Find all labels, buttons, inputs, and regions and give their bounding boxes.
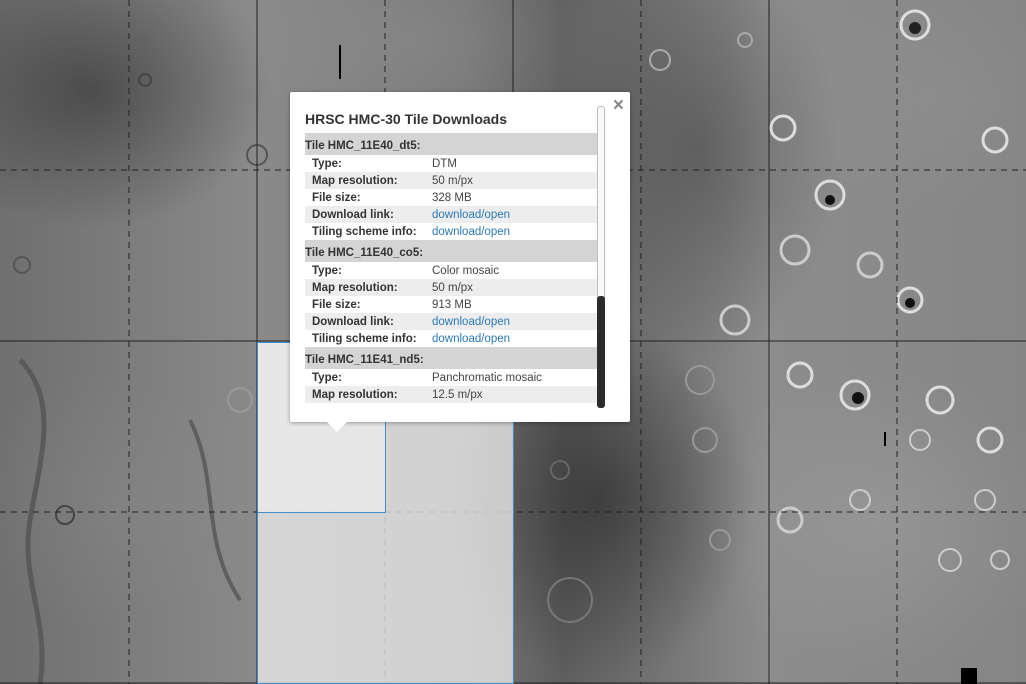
row-value: Color mosaic (432, 264, 500, 277)
download-open-link[interactable]: download/open (432, 333, 510, 345)
tile-info-row: Tiling scheme info: download/open (305, 330, 597, 347)
row-value: 328 MB (432, 191, 472, 204)
row-value-cell: download/open (432, 206, 597, 223)
tile-list[interactable]: Tile HMC_11E40_dt5: Type: DTM Map resolutio… (305, 133, 597, 406)
popup-tip (327, 422, 347, 432)
download-open-link[interactable]: download/open (432, 316, 510, 328)
tile-info-row: Download link: download/open (305, 313, 597, 330)
tile-info-row: Type: Color mosaic (305, 262, 597, 279)
map-marker-block (961, 668, 977, 684)
tile-info-row: File size: 913 MB (305, 296, 597, 313)
tile-heading: Tile HMC_11E41_nd5: (305, 347, 597, 369)
map-marker-tick (884, 432, 886, 446)
row-label: Download link: (305, 206, 432, 223)
tile-info-table: Type: DTM Map resolution: 50 m/px File size:… (305, 155, 597, 240)
row-value: Panchromatic mosaic (432, 371, 542, 384)
row-value: DTM (432, 157, 457, 170)
tile-info-row: Type: Panchromatic mosaic (305, 369, 597, 386)
tile-info-table: Type: Panchromatic mosaic Map resolution: 1… (305, 369, 597, 403)
row-label: Map resolution: (305, 279, 432, 296)
row-value: 50 m/px (432, 172, 597, 189)
tile-info-row: Tiling scheme info: download/open (305, 223, 597, 240)
close-icon[interactable]: × (613, 95, 624, 117)
tile-info-row: Type: DTM (305, 155, 597, 172)
scrollbar-thumb[interactable] (597, 296, 605, 408)
row-value-cell: download/open (432, 223, 597, 240)
row-label: File size: (312, 191, 361, 204)
row-label: Type: (312, 371, 342, 384)
tile-info-row: Map resolution: 50 m/px (305, 172, 597, 189)
row-label: Type: (312, 264, 342, 277)
tile-info-row: Map resolution: 50 m/px (305, 279, 597, 296)
row-value-cell: download/open (432, 313, 597, 330)
tile-heading: Tile HMC_11E40_co5: (305, 240, 597, 262)
row-value: 913 MB (432, 298, 472, 311)
row-label: Map resolution: (305, 386, 432, 403)
row-label: Download link: (305, 313, 432, 330)
row-label: Tiling scheme info: (312, 225, 417, 238)
download-open-link[interactable]: download/open (432, 209, 510, 221)
row-label: Type: (312, 157, 342, 170)
tile-heading: Tile HMC_11E40_dt5: (305, 133, 597, 155)
row-label: Tiling scheme info: (312, 332, 417, 345)
row-value-cell: download/open (432, 330, 597, 347)
row-label: File size: (312, 298, 361, 311)
row-value: 50 m/px (432, 279, 597, 296)
channel-path (18, 358, 47, 684)
download-open-link[interactable]: download/open (432, 226, 510, 238)
row-label: Map resolution: (305, 172, 432, 189)
tile-info-row: Map resolution: 12.5 m/px (305, 386, 597, 403)
row-value: 12.5 m/px (432, 386, 597, 403)
map-marker-tick (339, 45, 341, 79)
popup-title: HRSC HMC-30 Tile Downloads (305, 111, 507, 127)
tile-downloads-popup: × HRSC HMC-30 Tile Downloads Tile HMC_11… (290, 92, 630, 432)
channel-path (188, 419, 242, 602)
tile-info-row: File size: 328 MB (305, 189, 597, 206)
tile-info-table: Type: Color mosaic Map resolution: 50 m/px F… (305, 262, 597, 347)
tile-info-row: Download link: download/open (305, 206, 597, 223)
